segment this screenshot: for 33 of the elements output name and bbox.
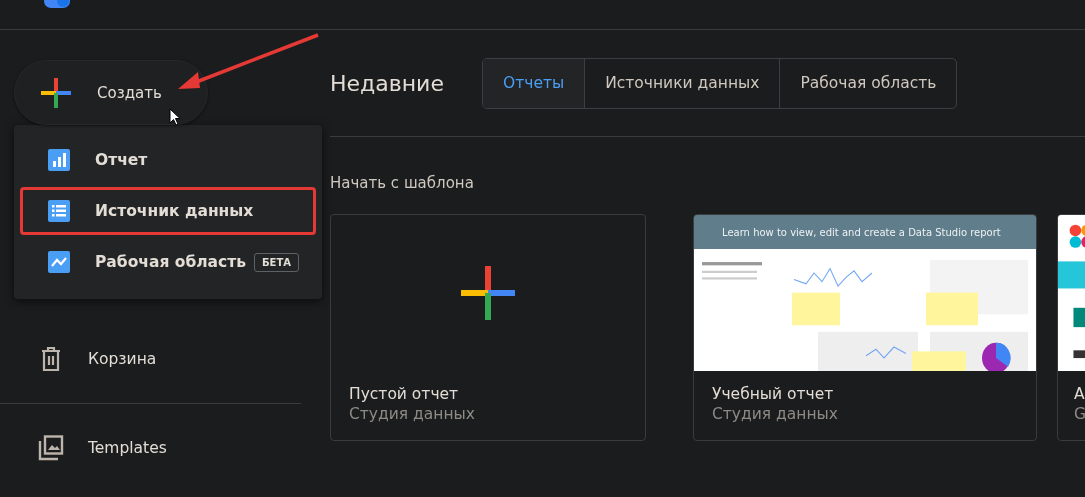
section-title: Недавние <box>330 70 445 96</box>
template-card[interactable]: A G <box>1057 214 1085 441</box>
plus-icon <box>461 266 515 320</box>
mouse-cursor-icon <box>169 108 181 126</box>
menu-item-label: Отчет <box>95 151 148 169</box>
menu-item[interactable]: Отчет <box>20 136 316 184</box>
tab[interactable]: Источники данных <box>585 58 781 108</box>
images-icon <box>38 435 64 461</box>
logo-icon <box>44 0 70 8</box>
sidebar-item[interactable]: Корзина <box>0 337 325 381</box>
menu-item-label: Источник данных <box>95 202 254 220</box>
bar-chart-icon <box>48 149 70 171</box>
card-title: A <box>1074 385 1085 403</box>
beta-badge: БЕТА <box>254 252 299 272</box>
tab[interactable]: Отчеты <box>483 58 586 108</box>
plus-icon <box>41 77 71 108</box>
menu-item[interactable]: Источник данных <box>20 187 316 235</box>
card-title: Учебный отчет <box>712 385 835 403</box>
card-subtitle: Студия данных <box>712 405 839 423</box>
create-button[interactable]: Создать <box>14 60 208 125</box>
list-icon <box>48 200 70 222</box>
card-subtitle: Студия данных <box>349 405 476 423</box>
template-card[interactable]: Learn how to view, edit and create a Data Studio report Учебный отчет Студия данных <box>693 214 1037 441</box>
card-title: Пустой отчет <box>349 385 460 403</box>
section-heading: Начать с шаблона <box>330 174 475 192</box>
card-subtitle: G <box>1074 405 1085 423</box>
menu-item-label: Рабочая область <box>95 253 246 271</box>
line-chart-icon <box>48 251 70 273</box>
sidebar-item[interactable]: Templates <box>0 426 325 470</box>
menu-item[interactable]: Рабочая область БЕТА <box>20 238 316 286</box>
thumbnail-header: Learn how to view, edit and create a Data Studio report <box>694 215 1036 249</box>
template-card[interactable]: Пустой отчет Студия данных <box>330 214 646 441</box>
tab[interactable]: Рабочая область <box>780 58 957 108</box>
